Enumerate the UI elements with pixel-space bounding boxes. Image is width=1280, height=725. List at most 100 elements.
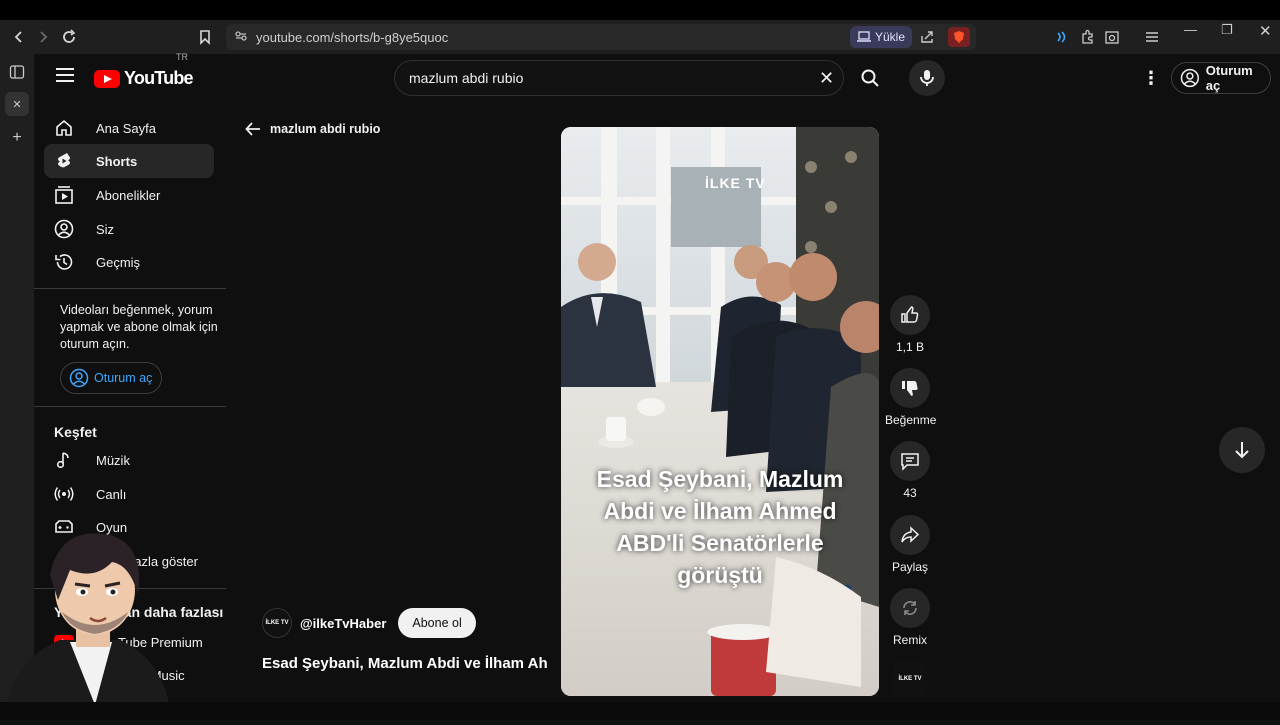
extensions-icon[interactable] (1080, 29, 1096, 50)
subscriptions-icon (54, 185, 74, 205)
restore-icon[interactable]: ❐ (1221, 22, 1233, 38)
dislike-button[interactable]: Beğenme (885, 368, 937, 427)
sidebar-toggle-icon[interactable] (5, 60, 29, 84)
sidebar-item-live[interactable]: Canlı (44, 477, 214, 511)
next-video-button[interactable] (1219, 427, 1265, 473)
sidebar-item-shorts[interactable]: Shorts (44, 144, 214, 178)
sidebar-signin-button[interactable]: Oturum aç (60, 362, 162, 394)
sidebar-item-label: Abonelikler (96, 187, 161, 203)
search-button[interactable] (842, 60, 898, 96)
leo-ai-icon[interactable] (1054, 29, 1070, 50)
channel-watermark: İLKE TV (705, 175, 766, 191)
forward-arrow-icon[interactable] (32, 26, 54, 48)
shorts-icon (54, 151, 74, 171)
voice-search-button[interactable] (909, 60, 945, 96)
back-to-search[interactable]: mazlum abdi rubio (244, 120, 380, 138)
clear-search-icon[interactable]: ✕ (819, 68, 834, 89)
search-input[interactable]: mazlum abdi rubio (409, 70, 523, 86)
youtube-logo[interactable]: YouTube (94, 68, 194, 89)
dislike-label: Beğenme (885, 413, 937, 427)
back-label: mazlum abdi rubio (270, 122, 381, 136)
youtube-masthead: YouTube TR mazlum abdi rubio ✕ ⋮ Oturum … (34, 52, 1280, 102)
video-caption-overlay: Esad Şeybani, Mazlum Abdi ve İlham Ahmed… (596, 466, 844, 588)
signin-button[interactable]: Oturum aç (1171, 62, 1271, 94)
home-icon (54, 118, 74, 138)
shorts-video-player[interactable]: İLKE TV Esad Şeybani, Mazlum Abdi ve İlh… (561, 127, 879, 696)
sidebar-item-music[interactable]: Müzik (44, 443, 214, 477)
brave-shield-icon[interactable] (948, 27, 970, 47)
microphone-icon (920, 70, 934, 86)
share-button[interactable]: Paylaş (885, 515, 935, 574)
browser-toolbar: youtube.com/shorts/b-g8ye5quoc Yükle — ❐… (0, 20, 1280, 54)
streamer-avatar-overlay (0, 520, 180, 720)
comment-count: 43 (903, 486, 917, 500)
minimize-icon[interactable]: — (1184, 22, 1197, 37)
country-code: TR (176, 52, 188, 62)
back-arrow-icon[interactable] (8, 26, 30, 48)
sidebar-item-label: Müzik (96, 452, 130, 468)
upload-label: Yükle (874, 30, 906, 44)
close-window-icon[interactable]: ✕ (1259, 22, 1272, 40)
address-bar[interactable]: youtube.com/shorts/b-g8ye5quoc Yükle (226, 24, 976, 50)
sidebar-item-home[interactable]: Ana Sayfa (44, 111, 214, 145)
video-title[interactable]: Esad Şeybani, Mazlum Abdi ve İlham Ahmed… (262, 655, 547, 672)
new-tab-icon[interactable]: + (5, 126, 29, 150)
video-frame (561, 127, 879, 696)
search-icon (861, 69, 879, 87)
search-box[interactable]: mazlum abdi rubio ✕ (394, 60, 844, 96)
sidebar-item-label: Geçmiş (96, 254, 141, 270)
live-icon (54, 484, 74, 504)
remix-icon (903, 601, 917, 615)
upload-button[interactable]: Yükle (850, 26, 912, 48)
remix-label: Remix (892, 633, 927, 647)
browser-menu-icon[interactable] (1144, 29, 1160, 50)
sidebar-item-label: Siz (96, 221, 115, 237)
music-icon (54, 450, 74, 470)
url-text[interactable]: youtube.com/shorts/b-g8ye5quoc (256, 30, 448, 45)
history-icon (54, 252, 74, 272)
thumbs-down-icon (902, 381, 918, 396)
share-page-icon[interactable] (920, 30, 934, 49)
subscribe-button[interactable]: Abone ol (398, 608, 476, 638)
youtube-play-icon (94, 69, 120, 88)
sidebar-item-label: Canlı (96, 486, 127, 502)
remix-button[interactable]: Remix (885, 588, 935, 647)
close-tab-icon[interactable]: ✕ (5, 92, 29, 116)
you-icon (54, 219, 74, 239)
sidebar-item-label: Ana Sayfa (96, 120, 156, 136)
arrow-down-icon (1235, 442, 1249, 459)
comments-button[interactable]: 43 (885, 441, 935, 500)
comment-icon (901, 453, 919, 471)
sidebar-item-subscriptions[interactable]: Abonelikler (44, 178, 214, 212)
bookmark-icon[interactable] (194, 26, 216, 48)
share-label: Paylaş (891, 560, 929, 574)
signin-label: Oturum aç (1205, 63, 1253, 93)
channel-thumbnail[interactable]: İLKE TV (893, 662, 927, 696)
like-button[interactable]: 1,1 B (885, 295, 935, 354)
explore-heading: Keşfet (54, 424, 97, 440)
sidebar-divider (34, 406, 226, 407)
thumbs-up-icon (901, 306, 919, 323)
reload-icon[interactable] (58, 26, 80, 48)
channel-info: İLKE TV @ilkeTvHaber Abone ol (262, 608, 476, 638)
like-count: 1,1 B (895, 340, 925, 354)
site-settings-icon[interactable] (234, 29, 248, 48)
account-icon (69, 368, 89, 388)
sidebar-item-label: Shorts (96, 153, 138, 169)
top-strip (0, 0, 1280, 20)
channel-avatar[interactable]: İLKE TV (262, 608, 292, 638)
sidebar-divider (34, 288, 226, 289)
signin-prompt-text: Videoları beğenmek, yorum yapmak ve abon… (60, 303, 218, 351)
bottom-strip (0, 702, 1280, 720)
sidebar-item-history[interactable]: Geçmiş (44, 245, 214, 279)
media-icon[interactable] (1104, 29, 1120, 50)
more-options-icon[interactable]: ⋮ (1142, 68, 1160, 89)
channel-name[interactable]: @ilkeTvHaber (300, 616, 386, 631)
signin-label: Oturum aç (94, 371, 153, 385)
guide-menu-icon[interactable] (56, 68, 74, 86)
logo-text: YouTube (124, 68, 194, 88)
laptop-icon (856, 31, 871, 42)
account-icon (1180, 68, 1200, 88)
share-icon (901, 526, 920, 543)
sidebar-item-you[interactable]: Siz (44, 212, 214, 246)
